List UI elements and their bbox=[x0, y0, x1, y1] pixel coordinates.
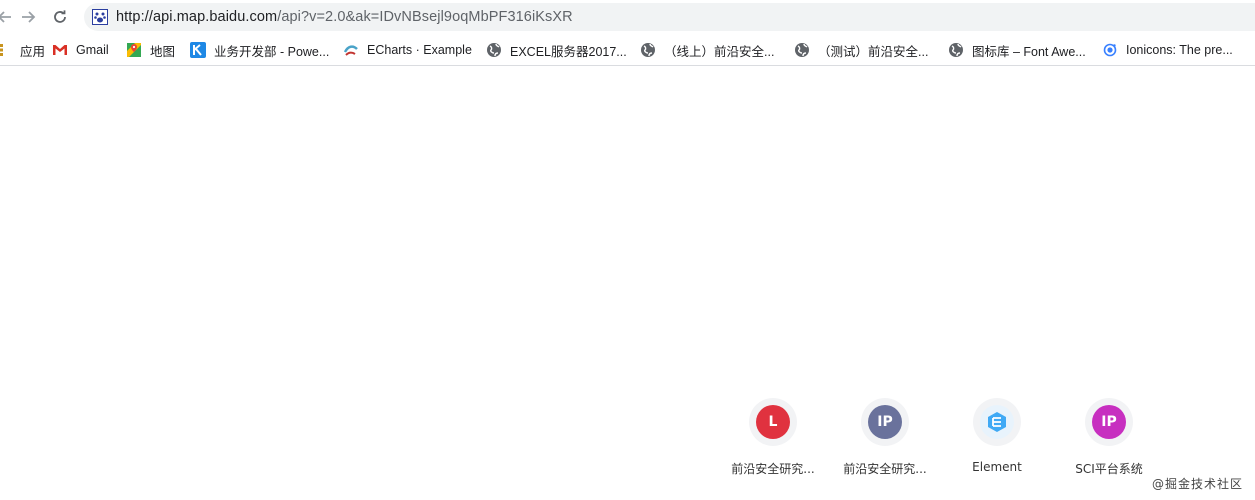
app-letter-icon: IP bbox=[868, 405, 902, 439]
bookmark-fontawesome[interactable]: 图标库 – Font Awe... bbox=[948, 40, 1086, 60]
bookmark-test[interactable]: （测试）前沿安全... bbox=[794, 40, 928, 60]
arrow-right-icon bbox=[22, 11, 36, 23]
globe-icon bbox=[640, 42, 656, 58]
app-label: SCI平台系统 bbox=[1075, 462, 1143, 476]
app-letter-icon: L bbox=[756, 405, 790, 439]
watermark: @掘金技术社区 bbox=[1151, 477, 1243, 491]
bookmark-online[interactable]: （线上）前沿安全... bbox=[640, 40, 774, 60]
url-host: http://api.map.baidu.com bbox=[116, 9, 278, 25]
bookmark-powe[interactable]: 业务开发部 - Powe... bbox=[190, 40, 329, 60]
bookmark-ionicons[interactable]: Ionicons: The pre... bbox=[1102, 40, 1233, 60]
globe-icon bbox=[486, 42, 502, 58]
arrow-left-icon bbox=[0, 11, 11, 23]
url-text: http://api.map.baidu.com/api?v=2.0&ak=ID… bbox=[116, 9, 573, 25]
reload-icon bbox=[54, 10, 66, 23]
bookmark-maps[interactable]: 地图 bbox=[126, 40, 175, 60]
app-item-l[interactable]: L 前沿安全研究... bbox=[718, 390, 828, 477]
address-bar[interactable]: http://api.map.baidu.com/api?v=2.0&ak=ID… bbox=[84, 3, 1255, 31]
bookmark-gmail[interactable]: Gmail bbox=[52, 40, 109, 60]
app-icon-halo bbox=[973, 398, 1021, 446]
app-icon-halo: L bbox=[749, 398, 797, 446]
bookmark-apps[interactable]: 应用 bbox=[0, 40, 45, 60]
forward-button[interactable] bbox=[17, 6, 39, 28]
app-icon-halo: IP bbox=[1085, 398, 1133, 446]
app-item-ip[interactable]: IP 前沿安全研究... bbox=[830, 390, 940, 477]
bookmark-excel[interactable]: EXCEL服务器2017... bbox=[486, 40, 627, 60]
bookmarks-bar: 应用 Gmail 地图 业务开发部 - Powe... ECharts · Ex… bbox=[0, 34, 1255, 66]
bookmark-echarts[interactable]: ECharts · Example bbox=[343, 40, 472, 60]
gmail-icon bbox=[52, 42, 68, 58]
apps-grid-icon bbox=[0, 42, 12, 58]
bookmark-label: （线上）前沿安全... bbox=[664, 44, 775, 59]
globe-icon bbox=[948, 42, 964, 58]
app-label: 前沿安全研究... bbox=[731, 462, 815, 476]
bookmark-label: Gmail bbox=[76, 43, 109, 57]
app-item-element[interactable]: Element bbox=[942, 390, 1052, 474]
globe-icon bbox=[794, 42, 810, 58]
bookmark-label: 地图 bbox=[150, 44, 176, 59]
bookmark-label: 应用 bbox=[20, 44, 46, 59]
reload-button[interactable] bbox=[49, 6, 71, 28]
element-logo-icon bbox=[980, 405, 1014, 439]
browser-toolbar: http://api.map.baidu.com/api?v=2.0&ak=ID… bbox=[0, 0, 1255, 34]
app-icon-halo: IP bbox=[861, 398, 909, 446]
bookmark-label: ECharts · Example bbox=[367, 43, 472, 57]
app-letter-icon: IP bbox=[1092, 405, 1126, 439]
baidu-paw-icon bbox=[92, 9, 108, 25]
bookmark-label: EXCEL服务器2017... bbox=[510, 44, 627, 59]
bookmark-label: 图标库 – Font Awe... bbox=[972, 44, 1086, 59]
k-logo-icon bbox=[190, 42, 206, 58]
echarts-icon bbox=[343, 42, 359, 58]
app-launcher: L 前沿安全研究... IP 前沿安全研究... Element IP SCI平… bbox=[0, 390, 1255, 500]
app-item-sci[interactable]: IP SCI平台系统 bbox=[1054, 390, 1164, 477]
ionicons-icon bbox=[1102, 42, 1118, 58]
app-label: Element bbox=[972, 460, 1022, 474]
app-label: 前沿安全研究... bbox=[843, 462, 927, 476]
url-path: /api?v=2.0&ak=IDvNBsejl9oqMbPF316iKsXR bbox=[277, 9, 573, 25]
bookmark-label: （测试）前沿安全... bbox=[818, 44, 929, 59]
bookmark-label: 业务开发部 - Powe... bbox=[214, 44, 330, 59]
bookmark-label: Ionicons: The pre... bbox=[1126, 43, 1233, 57]
maps-icon bbox=[126, 42, 142, 58]
back-button[interactable] bbox=[0, 6, 16, 28]
